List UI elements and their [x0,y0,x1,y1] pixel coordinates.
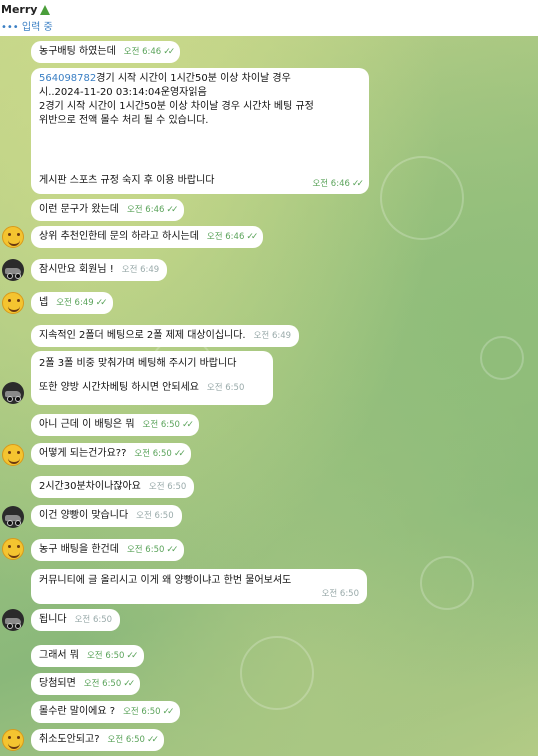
smiley-avatar-icon[interactable] [2,444,24,466]
message-time: 오전 6:50 [83,679,122,689]
message-line: 경기 시작 시간이 1시간50분 이상 차이날 경우 [96,73,291,84]
message-text: 이런 문구가 왔는데 [39,204,119,215]
message-text: 됩니다 [39,614,67,625]
background-doodle [240,636,314,710]
message-text: 농구 배팅을 한건데 [39,544,119,555]
double-check-icon: ✓✓ [173,449,186,459]
double-check-icon: ✓✓ [95,298,108,308]
message-text: 몰수란 말이에요 ? [39,706,116,717]
message-line: 시..2024-11-20 03:14:04운영자읽음 [39,87,207,98]
chat-header: Merry ••• 입력 중 [0,0,538,36]
message-bubble[interactable]: 넵 오전 6:49 ✓✓ [31,292,113,314]
message-time: 오전 6:50 [123,707,161,717]
message-bubble[interactable]: 농구배팅 하였는데 오전 6:46 ✓✓ [31,41,181,63]
message-line: 위반으로 전액 몰수 처리 될 수 있습니다. [39,115,209,126]
message-time: 오전 6:49 [253,331,292,341]
message-line: 게시판 스포츠 규정 숙지 후 이용 바랍니다 [39,175,215,186]
car-avatar-icon[interactable] [2,609,24,631]
message-bubble[interactable]: 농구 배팅을 한건데 오전 6:50 ✓✓ [31,539,184,561]
message-time: 오전 6:50 [148,482,187,492]
message-bubble[interactable]: 취소도안되고? 오전 6:50 ✓✓ [31,729,165,751]
message-time: 오전 6:50 [134,449,172,459]
message-bubble[interactable]: 아니 근데 이 배팅은 뭐 오전 6:50 ✓✓ [31,414,200,436]
message-text: 이건 양빵이 맞습니다 [39,510,129,521]
car-avatar-icon[interactable] [2,259,24,281]
message-time: 오전 6:46 [123,47,162,57]
double-check-icon: ✓✓ [351,179,364,189]
message-time: 오전 6:46 [126,205,165,215]
message-text: 농구배팅 하였는데 [39,46,116,57]
message-bubble[interactable]: 이건 양빵이 맞습니다 오전 6:50 [31,505,182,527]
message-bubble[interactable]: 잠시만요 회원님 ! 오전 6:49 [31,259,168,281]
message-text: 당첨되면 [39,678,76,689]
car-avatar-icon[interactable] [2,506,24,528]
double-check-icon: ✓✓ [166,545,178,555]
message-text: 지속적인 2폴더 베팅으로 2폴 제제 대상이십니다. [39,330,246,341]
message-time: 오전 6:46 [312,179,350,189]
message-bubble[interactable]: 그래서 뭐 오전 6:50 ✓✓ [31,645,144,667]
message-bubble[interactable]: 564098782경기 시작 시간이 1시간50분 이상 차이날 경우 시..2… [31,68,369,194]
smiley-avatar-icon[interactable] [2,226,24,248]
message-text: 상위 추천인한테 문의 하라고 하시는데 [39,231,199,242]
message-bubble[interactable]: 어떻게 되는건가요?? 오전 6:50 ✓✓ [31,443,191,465]
message-time: 오전 6:50 [136,511,174,521]
double-check-icon: ✓✓ [181,420,194,430]
message-text: 어떻게 되는건가요?? [39,448,127,459]
double-check-icon: ✓✓ [162,707,175,717]
message-text: 커뮤니티에 글 올리시고 이게 왜 양빵이냐고 한번 물어보셔도 [39,575,292,586]
double-check-icon: ✓✓ [146,735,159,745]
message-line: 또한 양방 시간차베팅 하시면 안되세요 [39,382,199,393]
smiley-avatar-icon[interactable] [2,292,24,314]
message-time: 오전 6:49 [121,265,160,275]
double-check-icon: ✓✓ [163,47,175,57]
message-text: 아니 근데 이 배팅은 뭐 [39,419,135,430]
car-avatar-icon[interactable] [2,382,24,404]
double-check-icon: ✓✓ [123,679,135,689]
message-bubble[interactable]: 2시간30분차이나잖아요 오전 6:50 [31,476,195,498]
message-text: 넵 [39,297,49,308]
message-time: 오전 6:50 [321,589,359,599]
message-line: 2폴 3폴 비중 맞춰가며 베팅해 주시기 바랍니다 [39,358,237,369]
double-check-icon: ✓✓ [246,232,258,242]
smiley-avatar-icon[interactable] [2,538,24,560]
background-doodle [420,556,474,610]
message-time: 오전 6:50 [142,420,180,430]
chat-title-text: Merry [1,3,38,16]
message-text: 2시간30분차이나잖아요 [39,481,141,492]
message-bubble[interactable]: 지속적인 2폴더 베팅으로 2폴 제제 대상이십니다. 오전 6:49 [31,325,300,347]
message-bubble[interactable]: 2폴 3폴 비중 맞춰가며 베팅해 주시기 바랍니다 또한 양방 시간차베팅 하… [31,351,273,405]
message-time: 오전 6:50 [126,545,165,555]
message-text: 잠시만요 회원님 ! [39,264,114,275]
chat-title[interactable]: Merry [1,3,51,16]
message-time: 오전 6:50 [74,615,113,625]
message-bubble[interactable]: 당첨되면 오전 6:50 ✓✓ [31,673,141,695]
double-check-icon: ✓✓ [126,651,138,661]
typing-status: ••• 입력 중 [1,22,53,33]
message-link[interactable]: 564098782 [39,73,96,84]
message-bubble[interactable]: 됩니다 오전 6:50 [31,609,121,631]
message-time: 오전 6:50 [206,383,245,393]
background-doodle [380,156,464,240]
christmas-tree-icon [40,4,51,15]
message-text: 그래서 뭐 [39,650,79,661]
message-text: 취소도안되고? [39,734,100,745]
message-bubble[interactable]: 몰수란 말이에요 ? 오전 6:50 ✓✓ [31,701,180,723]
message-time: 오전 6:50 [86,651,125,661]
double-check-icon: ✓✓ [166,205,178,215]
smiley-avatar-icon[interactable] [2,729,24,751]
message-line: 2경기 시작 시간이 1시간50분 이상 차이날 경우 시간차 베팅 규정 [39,101,314,112]
message-bubble[interactable]: 커뮤니티에 글 올리시고 이게 왜 양빵이냐고 한번 물어보셔도 오전 6:50 [31,569,367,604]
message-time: 오전 6:50 [107,735,145,745]
background-doodle [480,336,524,380]
message-bubble[interactable]: 상위 추천인한테 문의 하라고 하시는데 오전 6:46 ✓✓ [31,226,264,248]
message-time: 오전 6:46 [206,232,245,242]
message-bubble[interactable]: 이런 문구가 왔는데 오전 6:46 ✓✓ [31,199,184,221]
message-time: 오전 6:49 [56,298,94,308]
